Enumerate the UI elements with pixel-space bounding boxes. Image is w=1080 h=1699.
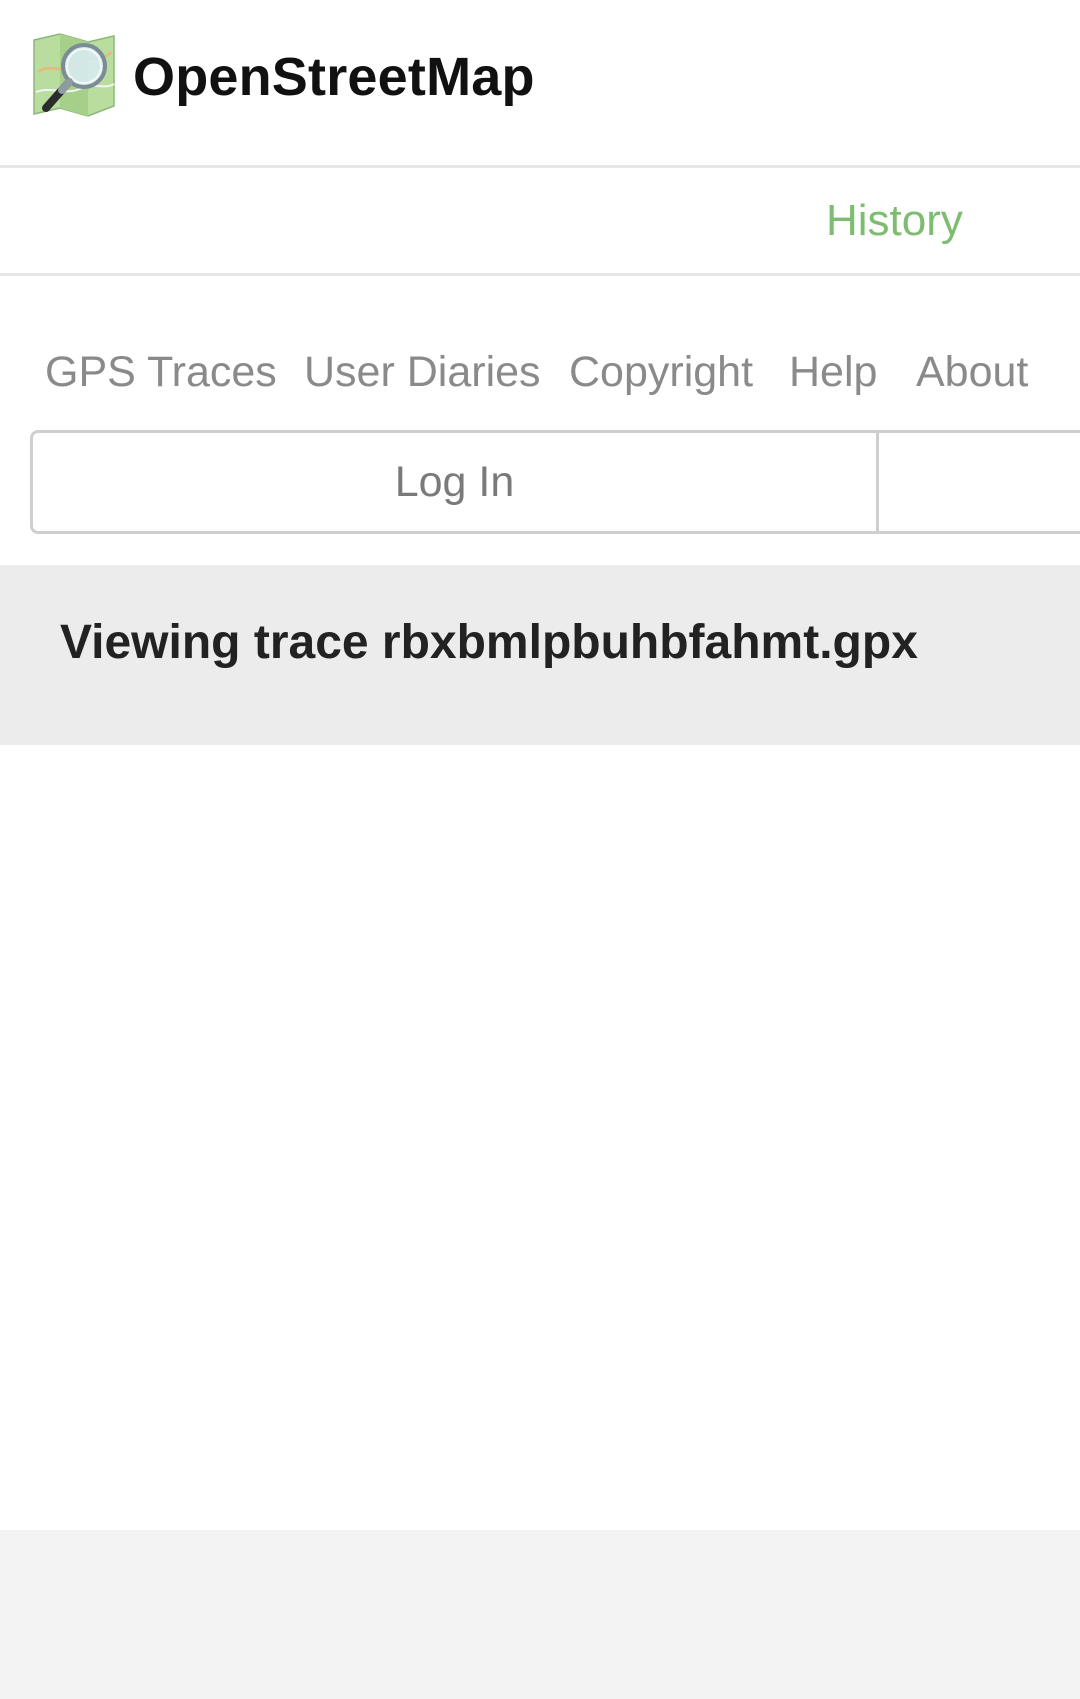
login-button[interactable]: Log In xyxy=(33,433,879,531)
page-title: Viewing trace rbxbmlpbuhbfahmt.gpx xyxy=(60,616,918,669)
nav-about[interactable]: About xyxy=(916,348,1028,397)
site-header: OpenStreetMap xyxy=(0,0,1080,168)
osm-logo-icon[interactable] xyxy=(30,32,118,120)
nav-copyright[interactable]: Copyright xyxy=(569,348,753,397)
tab-history[interactable]: History xyxy=(826,196,963,246)
content-heading: Viewing trace rbxbmlpbuhbfahmt.gpx xyxy=(0,565,1080,745)
signup-button[interactable] xyxy=(879,433,1080,531)
nav-gps-traces[interactable]: GPS Traces xyxy=(45,348,277,397)
site-brand[interactable]: OpenStreetMap xyxy=(133,46,535,108)
page-footer xyxy=(0,1530,1080,1699)
primary-tab-bar: History xyxy=(0,172,1080,276)
nav-user-diaries[interactable]: User Diaries xyxy=(304,348,541,397)
auth-button-group: Log In xyxy=(30,430,1080,534)
secondary-nav: GPS Traces User Diaries Copyright Help A… xyxy=(0,348,1080,408)
nav-help[interactable]: Help xyxy=(789,348,877,397)
